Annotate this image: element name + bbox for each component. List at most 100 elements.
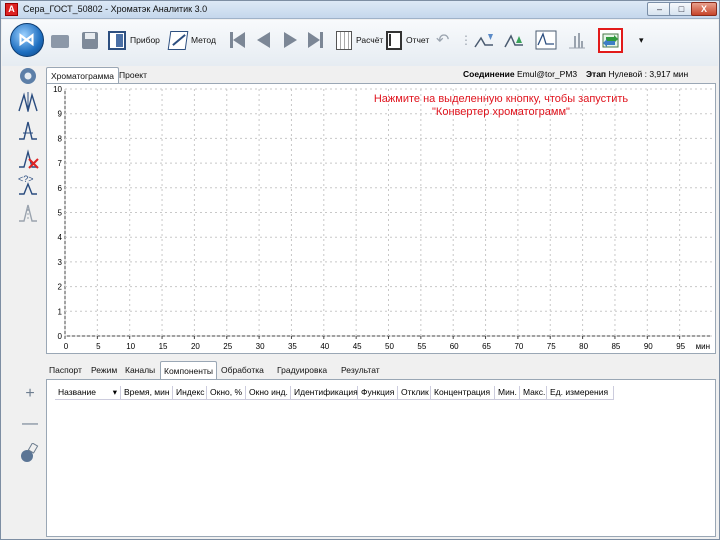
settings-gear-icon[interactable] xyxy=(17,65,39,87)
spectrum-button[interactable] xyxy=(567,29,587,51)
bar-peaks-icon xyxy=(567,30,587,50)
column-header[interactable]: Индекс xyxy=(173,386,207,400)
x-tick-label: 20 xyxy=(191,342,200,351)
peak-split-icon[interactable] xyxy=(17,91,39,113)
column-header[interactable]: Время, мин xyxy=(121,386,173,400)
raschet-label: Расчёт xyxy=(356,35,384,45)
metod-button[interactable]: Метод xyxy=(167,29,216,51)
components-table: Название ▾ Время, мин Индекс Окно, % Окно ин… xyxy=(46,379,716,537)
stage-status: Этап Нулевой : 3,917 мин xyxy=(586,69,688,79)
application-menu-button[interactable]: ⋈ xyxy=(10,23,44,57)
column-header[interactable]: Ед. измерения xyxy=(547,386,614,400)
connection-status: Соединение Emul@tor_PM3 xyxy=(463,69,577,79)
y-tick-label: 0 xyxy=(58,332,63,341)
tab-channels[interactable]: Каналы xyxy=(122,361,158,379)
peak-up-arrow-icon xyxy=(504,30,524,50)
column-header[interactable]: Функция xyxy=(358,386,398,400)
first-chromatogram-button[interactable] xyxy=(228,29,248,51)
column-header[interactable]: Отклик xyxy=(398,386,431,400)
x-tick-label: 75 xyxy=(547,342,556,351)
previous-chromatogram-button[interactable] xyxy=(254,29,274,51)
otchet-button[interactable]: Отчет xyxy=(384,29,429,51)
chromatogram-window-icon xyxy=(535,30,557,50)
peak-down-arrow-icon xyxy=(474,30,494,50)
x-tick-label: 60 xyxy=(450,342,459,351)
report-icon xyxy=(384,30,404,50)
column-header[interactable]: Окно, % xyxy=(207,386,246,400)
method-edit-icon xyxy=(167,30,189,50)
butterfly-logo-icon: ⋈ xyxy=(18,30,35,49)
main-toolbar: ⋈ Прибор Метод Расчёт Отчет ↶ ⋮ ▾ xyxy=(2,20,718,66)
raschet-button[interactable]: Расчёт xyxy=(334,29,383,51)
converter-arrows-icon xyxy=(600,33,621,53)
column-header[interactable]: Название ▾ xyxy=(55,386,121,400)
pribor-button[interactable]: Прибор xyxy=(107,29,160,51)
app-window: A Сера_ГОСТ_50802 - Хроматэк Аналитик 3.… xyxy=(0,0,720,540)
undo-button[interactable]: ↶ xyxy=(436,29,449,51)
otchet-label: Отчет xyxy=(406,35,430,45)
title-bar: A Сера_ГОСТ_50802 - Хроматэк Аналитик 3.… xyxy=(1,1,719,19)
remove-component-button[interactable]: — xyxy=(19,415,41,433)
add-component-button[interactable]: + xyxy=(19,385,41,403)
tab-processing[interactable]: Обработка xyxy=(218,361,267,379)
close-button[interactable]: X xyxy=(691,2,717,16)
svg-text:<?>: <?> xyxy=(18,174,34,184)
x-tick-label: 25 xyxy=(223,342,232,351)
column-header[interactable]: Концентрация xyxy=(431,386,495,400)
bottom-tab-bar: Паспорт Режим Каналы Компоненты Обработка Гра… xyxy=(46,361,716,379)
column-header[interactable]: Идентификация xyxy=(291,386,358,400)
x-tick-label: 35 xyxy=(288,342,297,351)
save-button[interactable] xyxy=(80,29,100,51)
toolbar-more-dropdown[interactable]: ▾ xyxy=(639,29,644,51)
chart-canvas: 1098765432100 5 10 15 20 25 30 35 40 45 50 55 60 65 70… xyxy=(53,85,712,351)
chromatogram-view-button[interactable] xyxy=(535,29,557,51)
connection-value: Emul@tor_PM3 xyxy=(517,69,578,79)
column-header[interactable]: Макс. xyxy=(520,386,547,400)
app-icon[interactable]: A xyxy=(5,3,18,16)
component-library-button[interactable] xyxy=(19,442,41,462)
folder-icon xyxy=(50,30,70,50)
undo-icon: ↶ xyxy=(436,32,450,49)
sort-dropdown-icon[interactable]: ▾ xyxy=(113,387,117,398)
x-unit-label: мин xyxy=(696,342,710,351)
x-tick-label: 95 xyxy=(676,342,685,351)
next-icon xyxy=(280,30,300,50)
column-header[interactable]: Мин. xyxy=(495,386,520,400)
x-tick-label: 90 xyxy=(644,342,653,351)
x-tick-label: 80 xyxy=(579,342,588,351)
tab-mode[interactable]: Режим xyxy=(88,361,120,379)
tab-project[interactable]: Проект xyxy=(115,67,151,83)
chromatogram-chart[interactable]: 10 9 8 7 6 5 4 3 2 1 0 0 5 10 15 20 25 30 35 40 45 50 55 60 65 70… xyxy=(46,83,716,354)
x-tick-label: 65 xyxy=(482,342,491,351)
last-chromatogram-button[interactable] xyxy=(306,29,326,51)
chromatogram-converter-button[interactable] xyxy=(598,28,623,53)
x-tick-label: 30 xyxy=(256,342,265,351)
x-tick-label: 5 xyxy=(96,342,101,351)
column-header[interactable]: Окно инд. xyxy=(246,386,291,400)
pribor-label: Прибор xyxy=(130,35,160,45)
peak-bounds-icon[interactable]: <?> xyxy=(17,173,39,195)
tab-chromatogram[interactable]: Хроматограмма xyxy=(46,67,120,83)
x-tick-label: 55 xyxy=(417,342,426,351)
y-tick-label: 2 xyxy=(58,283,63,292)
next-chromatogram-button[interactable] xyxy=(280,29,300,51)
peak-delete-icon[interactable] xyxy=(17,147,39,169)
peak-manual-icon[interactable] xyxy=(17,201,39,223)
tab-components[interactable]: Компоненты xyxy=(160,361,217,379)
previous-icon xyxy=(254,30,274,50)
baseline-down-button[interactable] xyxy=(474,29,494,51)
x-tick-label: 45 xyxy=(353,342,362,351)
tab-result[interactable]: Результат xyxy=(338,361,383,379)
open-file-button[interactable] xyxy=(50,29,70,51)
connection-label: Соединение xyxy=(463,69,515,79)
tab-passport[interactable]: Паспорт xyxy=(46,361,85,379)
y-tick-label: 9 xyxy=(58,110,63,119)
y-tick-label: 4 xyxy=(58,233,63,242)
x-tick-label: 70 xyxy=(514,342,523,351)
y-tick-label: 1 xyxy=(58,307,63,316)
peak-detect-icon[interactable] xyxy=(17,119,39,141)
tab-calibration[interactable]: Градуировка xyxy=(274,361,330,379)
baseline-up-button[interactable] xyxy=(504,29,524,51)
instrument-icon xyxy=(107,30,127,50)
y-tick-label: 6 xyxy=(58,184,63,193)
